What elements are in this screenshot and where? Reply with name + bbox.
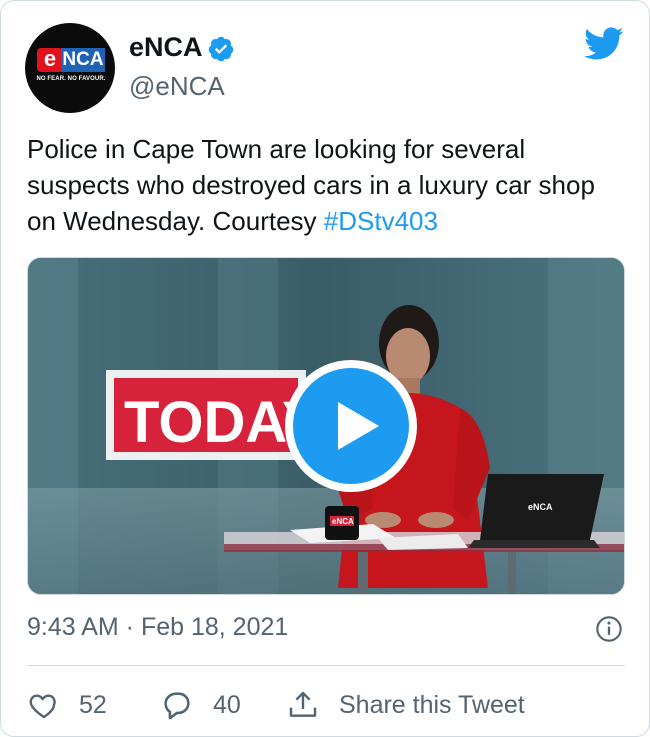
reply-button[interactable]: 40	[159, 687, 241, 723]
twitter-bird-icon[interactable]	[581, 23, 627, 63]
avatar-logo-nca: NCA	[61, 48, 105, 72]
heart-icon	[29, 694, 56, 719]
avatar-logo-tagline: NO FEAR. NO FAVOUR.	[36, 76, 106, 82]
reply-count: 40	[213, 690, 241, 719]
play-button[interactable]	[293, 368, 409, 484]
avatar-logo-e: e	[37, 48, 63, 72]
share-button[interactable]: Share this Tweet	[287, 687, 525, 723]
like-count: 52	[79, 690, 107, 719]
laptop-logo-text: eNCA	[528, 502, 553, 512]
mug-logo-text: eNCA	[332, 517, 354, 526]
video-player[interactable]: TODAY eNCA eNCA	[27, 257, 625, 595]
like-button[interactable]: 52	[27, 687, 107, 723]
author-name[interactable]: eNCA	[129, 31, 203, 63]
tweet-text: Police in Cape Town are looking for seve…	[27, 131, 617, 239]
tweet-body: Police in Cape Town are looking for seve…	[27, 134, 595, 236]
hashtag-link[interactable]: #DStv403	[324, 206, 438, 236]
divider	[27, 665, 625, 666]
play-icon	[338, 402, 379, 450]
share-label: Share this Tweet	[339, 690, 525, 719]
reply-icon	[164, 692, 190, 720]
verified-badge-icon	[208, 36, 234, 62]
author-handle[interactable]: @eNCA	[129, 71, 225, 101]
tweet-card[interactable]: e NCA NO FEAR. NO FAVOUR. eNCA @eNCA Pol…	[0, 0, 650, 737]
info-icon[interactable]	[595, 615, 623, 643]
share-icon	[289, 691, 317, 717]
tweet-timestamp[interactable]: 9:43 AM · Feb 18, 2021	[27, 611, 288, 643]
avatar[interactable]: e NCA NO FEAR. NO FAVOUR.	[25, 23, 115, 113]
